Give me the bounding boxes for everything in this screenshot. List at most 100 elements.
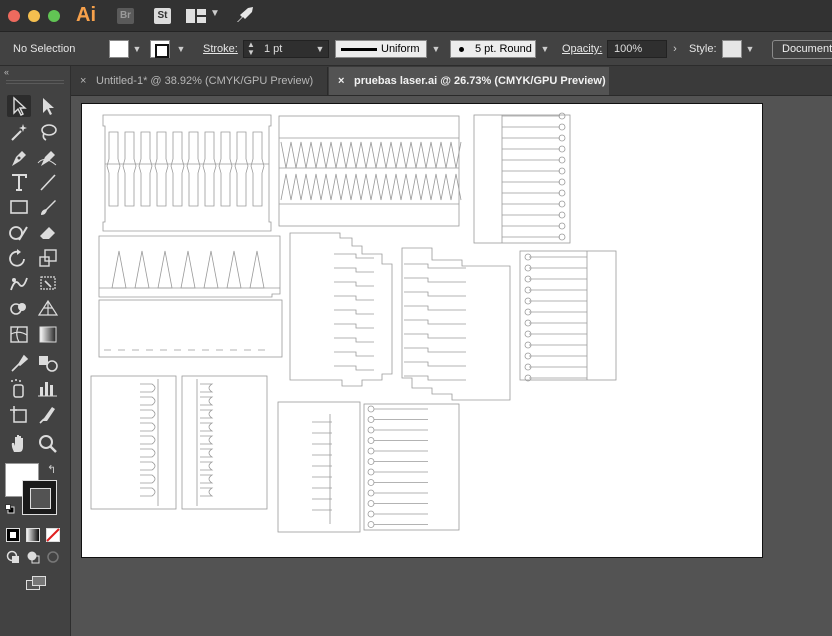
default-colors-icon[interactable] xyxy=(5,504,15,514)
rocket-icon[interactable] xyxy=(235,6,255,27)
swap-fill-stroke-icon[interactable]: ↰ xyxy=(47,463,56,476)
panel-grip[interactable] xyxy=(6,80,64,84)
none-mode-icon[interactable] xyxy=(46,528,60,542)
opacity-arrow[interactable]: › xyxy=(668,41,682,57)
pen-tool[interactable] xyxy=(7,147,31,169)
collapse-icon[interactable]: « xyxy=(4,67,9,77)
type-tool[interactable] xyxy=(7,171,31,193)
eyedropper-icon xyxy=(11,354,29,372)
selection-tool[interactable] xyxy=(7,95,31,117)
magic-wand-tool[interactable] xyxy=(7,121,31,143)
stroke-weight-stepper[interactable]: ▲ ▼ xyxy=(247,41,255,57)
direct-selection-tool[interactable] xyxy=(36,95,60,117)
free-transform-tool[interactable] xyxy=(36,272,60,294)
profile-chevron[interactable]: ▼ xyxy=(429,41,443,57)
shaper-tool[interactable] xyxy=(7,221,31,243)
step-slot xyxy=(334,365,374,371)
opacity-label[interactable]: Opacity: xyxy=(562,43,602,55)
close-window-button[interactable] xyxy=(8,10,20,22)
minimize-window-button[interactable] xyxy=(28,10,40,22)
shape-builder-tool[interactable] xyxy=(7,297,31,319)
pin-hole xyxy=(367,426,375,434)
bridge-button[interactable]: Br xyxy=(117,8,134,24)
tab-label: pruebas laser.ai @ 26.73% (CMYK/GPU Prev… xyxy=(354,75,606,87)
eyedropper-tool[interactable] xyxy=(7,352,31,374)
symbol-sprayer-tool[interactable] xyxy=(7,377,31,399)
eraser-tool[interactable] xyxy=(36,221,60,243)
zigzag-line xyxy=(280,141,462,169)
style-chevron[interactable]: ▼ xyxy=(743,41,757,57)
workspace-icon[interactable] xyxy=(186,9,208,23)
hand-icon xyxy=(11,435,23,452)
paintbrush-tool[interactable] xyxy=(36,196,60,218)
draw-inside-icon[interactable] xyxy=(46,550,60,564)
brush-definition[interactable]: 5 pt. Round xyxy=(450,40,536,58)
rotate-tool[interactable] xyxy=(7,247,31,269)
illustrator-logo: Ai xyxy=(76,4,96,26)
perspective-grid-icon xyxy=(37,299,59,316)
step-slot xyxy=(404,347,466,353)
tab-untitled-1[interactable]: × Untitled-1* @ 38.92% (CMYK/GPU Preview… xyxy=(71,67,328,95)
gradient-tool[interactable] xyxy=(36,323,60,345)
opacity-value: 100% xyxy=(614,43,643,55)
screen-mode-icon[interactable] xyxy=(26,576,46,590)
draw-behind-icon[interactable] xyxy=(26,550,40,564)
artboard[interactable] xyxy=(81,103,763,558)
pen-icon xyxy=(12,151,26,166)
step-slot xyxy=(404,375,466,381)
draw-normal-icon[interactable] xyxy=(6,550,20,564)
rack-panel xyxy=(277,401,361,533)
graphic-style-swatch[interactable] xyxy=(722,40,742,58)
rectangle-tool[interactable] xyxy=(7,196,31,218)
tools-panel: « ↰ xyxy=(0,66,71,636)
zoom-tool[interactable] xyxy=(36,432,60,454)
document-setup-button[interactable]: Document xyxy=(772,40,832,59)
laser-cut-artwork[interactable] xyxy=(82,104,764,559)
profile-line xyxy=(341,48,377,51)
hand-tool[interactable] xyxy=(7,432,31,454)
variable-width-profile[interactable]: Uniform xyxy=(335,40,427,58)
slice-tool[interactable] xyxy=(36,403,60,425)
stock-button[interactable]: St xyxy=(154,8,171,24)
brush-chevron[interactable]: ▼ xyxy=(538,41,552,57)
stroke-label[interactable]: Stroke: xyxy=(203,43,238,55)
triangle-cut xyxy=(180,250,196,289)
perspective-grid-tool[interactable] xyxy=(36,297,60,319)
tab-pruebas-laser[interactable]: × pruebas laser.ai @ 26.73% (CMYK/GPU Pr… xyxy=(329,67,609,95)
artboard-tool[interactable] xyxy=(7,403,31,425)
stroke-color-box[interactable] xyxy=(22,480,57,515)
lasso-tool[interactable] xyxy=(36,121,60,143)
eraser-icon xyxy=(40,227,55,239)
curvature-tool[interactable] xyxy=(36,147,60,169)
stroke-weight-chevron[interactable]: ▼ xyxy=(313,41,327,57)
blend-tool[interactable] xyxy=(36,352,60,374)
maximize-window-button[interactable] xyxy=(48,10,60,22)
clip-panel xyxy=(181,375,268,510)
symbol-sprayer-icon xyxy=(11,379,24,398)
column-graph-tool[interactable] xyxy=(36,377,60,399)
opacity-field[interactable]: 100% xyxy=(607,40,667,58)
fill-dropdown-chevron[interactable]: ▼ xyxy=(130,41,144,57)
comb-slot xyxy=(122,131,137,207)
canvas-area[interactable] xyxy=(71,96,832,636)
clip-hook xyxy=(140,409,156,419)
puppet-warp-tool[interactable] xyxy=(7,272,31,294)
scale-tool[interactable] xyxy=(36,247,60,269)
blend-icon xyxy=(39,356,58,372)
stroke-dropdown-chevron[interactable]: ▼ xyxy=(174,41,188,57)
mesh-tool[interactable] xyxy=(7,323,31,345)
stroke-swatch[interactable] xyxy=(150,40,170,58)
color-mode-icon[interactable] xyxy=(6,528,20,542)
close-tab-icon[interactable]: × xyxy=(80,67,86,95)
clip-hook xyxy=(200,435,214,445)
fill-swatch[interactable] xyxy=(109,40,129,58)
comb-slot xyxy=(106,131,121,207)
line-segment-tool[interactable] xyxy=(36,171,60,193)
close-tab-icon[interactable]: × xyxy=(338,67,344,95)
pin-hole xyxy=(367,479,375,486)
clip-hook xyxy=(200,409,214,419)
gradient-mode-icon[interactable] xyxy=(26,528,40,542)
chevron-down-icon[interactable]: ▼ xyxy=(210,8,220,19)
pin-hole xyxy=(367,437,375,444)
comb-slot xyxy=(138,131,153,207)
